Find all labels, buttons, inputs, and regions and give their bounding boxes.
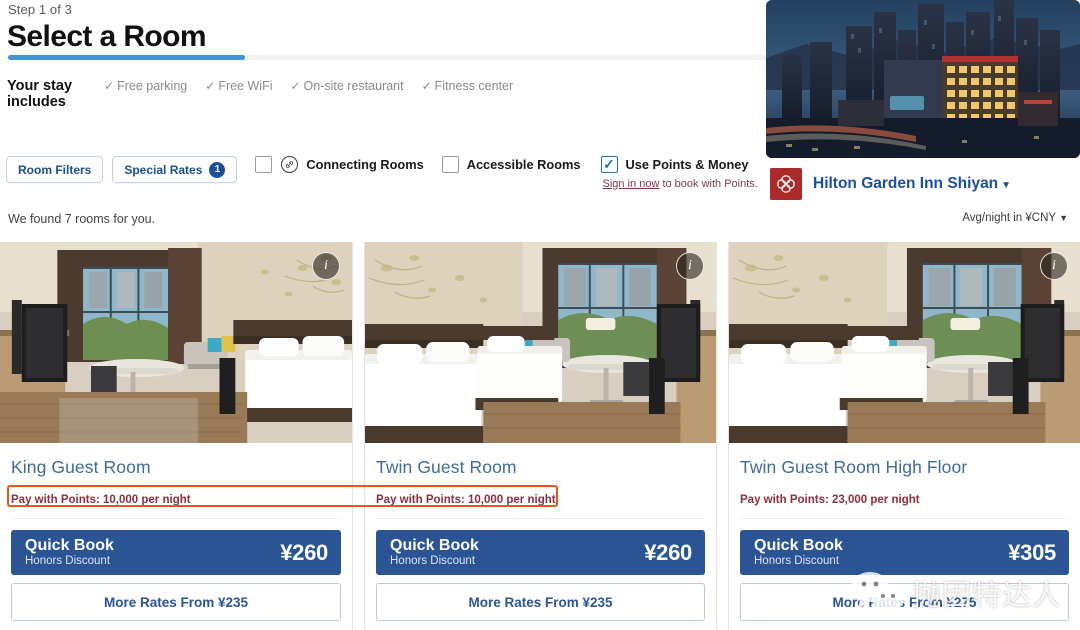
pay-with-points-line: Pay with Points: 10,000 per night	[376, 494, 556, 506]
sign-in-link[interactable]: Sign in now	[603, 178, 660, 190]
amenity-item: ✓ Fitness center	[422, 79, 514, 93]
use-points-checkbox[interactable]	[600, 156, 618, 173]
connecting-rooms-checkbox[interactable]	[255, 156, 273, 173]
sign-in-hint: Sign in now to book with Points.	[603, 178, 758, 190]
info-icon[interactable]: i	[312, 252, 340, 280]
amenity-label: Free WiFi	[218, 79, 273, 93]
filter-toolbar: Room Filters Special Rates 1 Connecting …	[6, 156, 758, 196]
stay-includes-label: Your stay includes	[7, 78, 73, 110]
quick-book-label: Quick Book	[754, 537, 843, 554]
hilton-rosette-logo-icon	[770, 168, 802, 200]
more-rates-button[interactable]: More Rates From ¥235	[11, 583, 341, 621]
room-photo: i	[0, 242, 352, 443]
check-icon: ✓	[290, 79, 301, 93]
page-title: Select a Room	[7, 20, 207, 53]
hotel-name-text: Hilton Garden Inn Shiyan	[813, 175, 999, 192]
special-rates-label: Special Rates	[124, 162, 203, 177]
room-card-body: King Guest Room Pay with Points: 10,000 …	[0, 443, 352, 621]
pay-with-points-line: Pay with Points: 23,000 per night	[740, 494, 920, 506]
hotel-name[interactable]: Hilton Garden Inn Shiyan ▼	[813, 175, 1011, 193]
more-rates-button[interactable]: More Rates From ¥235	[376, 583, 705, 621]
amenity-item: ✓ Free WiFi	[205, 79, 272, 93]
chevron-down-icon: ▼	[1059, 213, 1068, 223]
more-rates-label: More Rates From ¥275	[832, 594, 977, 610]
accessible-rooms-checkbox[interactable]	[441, 156, 459, 173]
room-card: i Twin Guest Room Pay with Points: 10,00…	[364, 242, 717, 630]
room-card: i Twin Guest Room High Floor Pay with Po…	[728, 242, 1080, 630]
room-name[interactable]: Twin Guest Room High Floor	[740, 457, 1069, 478]
hotel-exterior-photo	[766, 0, 1080, 158]
use-points-filter: Use Points & Money Sign in now to book w…	[600, 156, 758, 190]
more-rates-button[interactable]: More Rates From ¥275	[740, 583, 1069, 621]
select-a-room-page: Step 1 of 3 Select a Room Your stay incl…	[0, 0, 1080, 630]
more-rates-label: More Rates From ¥235	[468, 594, 613, 610]
room-name[interactable]: Twin Guest Room	[376, 457, 705, 478]
amenities-list: ✓ Free parking ✓ Free WiFi ✓ On-site restau…	[104, 79, 513, 93]
quick-book-price: ¥305	[1008, 539, 1056, 565]
more-rates-label: More Rates From ¥235	[103, 594, 249, 610]
quick-book-sublabel: Honors Discount	[754, 555, 840, 567]
accessible-rooms-label: Accessible Rooms	[466, 157, 581, 172]
check-icon: ✓	[205, 79, 216, 93]
connecting-rooms-filter[interactable]: Connecting Rooms	[255, 156, 424, 173]
amenity-item: ✓ Free parking	[104, 79, 187, 93]
quick-book-price: ¥260	[280, 539, 328, 565]
quick-book-price: ¥260	[644, 539, 692, 565]
divider	[376, 518, 705, 519]
avg-night-currency-selector[interactable]: Avg/night in ¥CNY ▼	[962, 212, 1068, 224]
results-count: We found 7 rooms for you.	[8, 212, 156, 226]
connecting-rooms-label: Connecting Rooms	[306, 157, 424, 172]
quick-book-button[interactable]: Quick Book Honors Discount ¥305	[740, 530, 1069, 575]
quick-book-label: Quick Book	[390, 537, 479, 554]
room-card-body: Twin Guest Room Pay with Points: 10,000 …	[365, 443, 716, 621]
avg-night-label: Avg/night in ¥CNY	[962, 212, 1057, 224]
special-rates-count-badge: 1	[209, 161, 226, 178]
info-icon[interactable]: i	[1040, 252, 1068, 280]
check-icon: ✓	[421, 79, 432, 93]
accessible-rooms-filter[interactable]: Accessible Rooms	[441, 156, 581, 173]
quick-book-button[interactable]: Quick Book Honors Discount ¥260	[376, 530, 705, 575]
chevron-down-icon: ▼	[1001, 180, 1012, 191]
chain-link-icon	[281, 156, 299, 173]
hotel-identity[interactable]: Hilton Garden Inn Shiyan ▼	[770, 168, 1011, 200]
divider	[740, 518, 1069, 519]
room-card: i King Guest Room Pay with Points: 10,00…	[0, 242, 353, 630]
room-photo: i	[729, 242, 1080, 443]
room-card-body: Twin Guest Room High Floor Pay with Poin…	[729, 443, 1080, 621]
room-filters-button[interactable]: Room Filters	[6, 156, 104, 183]
quick-book-sublabel: Honors Discount	[390, 555, 476, 567]
amenity-item: ✓ On-site restaurant	[290, 79, 403, 93]
sign-in-suffix: to book with Points.	[659, 178, 758, 190]
room-photo: i	[365, 242, 716, 443]
use-points-label: Use Points & Money	[625, 157, 749, 172]
amenity-label: On-site restaurant	[303, 79, 404, 93]
room-card-list: i King Guest Room Pay with Points: 10,00…	[0, 242, 1080, 630]
room-name[interactable]: King Guest Room	[11, 457, 341, 478]
progress-bar-fill	[8, 55, 245, 60]
check-icon: ✓	[104, 79, 115, 93]
divider	[11, 518, 341, 519]
info-icon[interactable]: i	[676, 252, 704, 280]
quick-book-label: Quick Book	[25, 537, 114, 554]
pay-with-points-line: Pay with Points: 10,000 per night	[11, 494, 191, 506]
amenity-label: Free parking	[117, 79, 188, 93]
quick-book-sublabel: Honors Discount	[25, 555, 111, 567]
step-indicator: Step 1 of 3	[8, 2, 72, 17]
room-filters-label: Room Filters	[18, 162, 92, 177]
quick-book-button[interactable]: Quick Book Honors Discount ¥260	[11, 530, 341, 575]
amenity-label: Fitness center	[434, 79, 514, 93]
special-rates-button[interactable]: Special Rates 1	[112, 156, 238, 183]
